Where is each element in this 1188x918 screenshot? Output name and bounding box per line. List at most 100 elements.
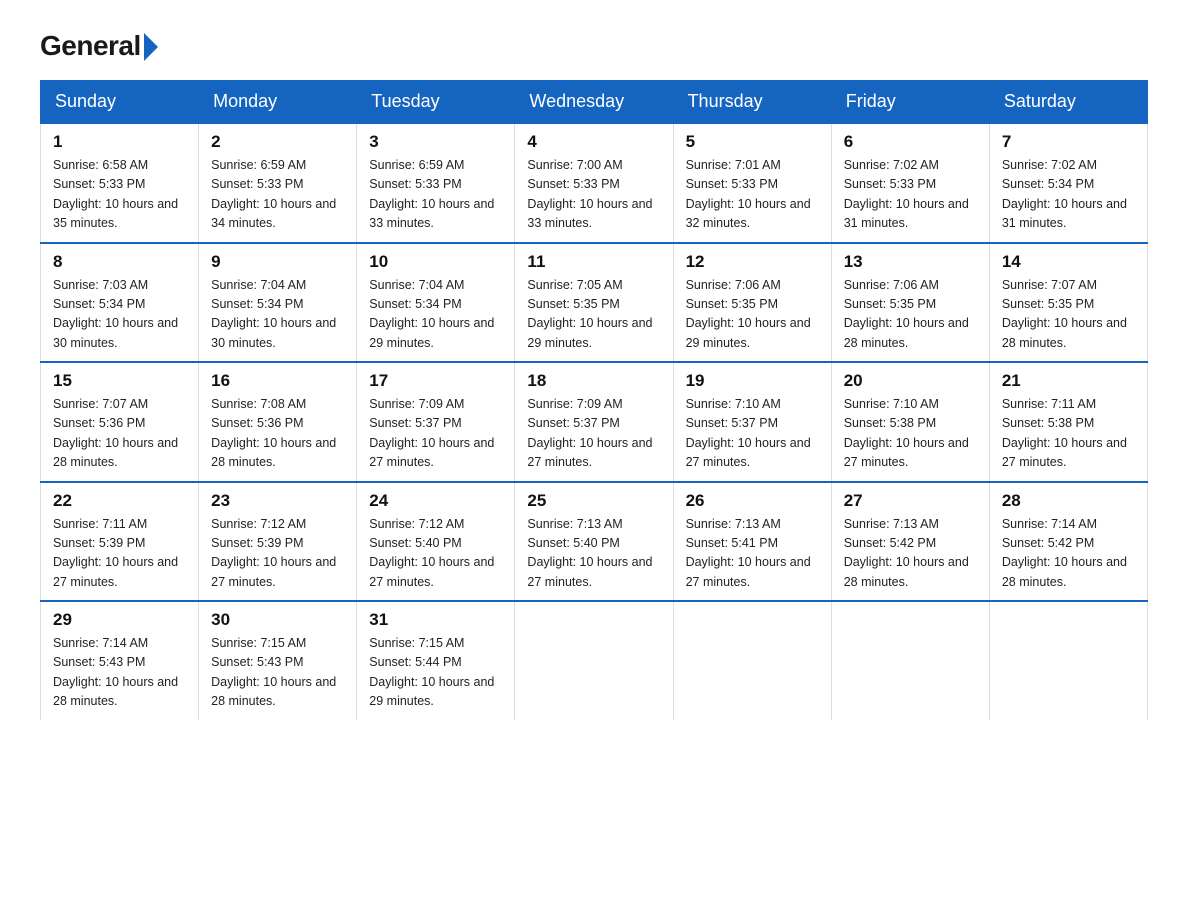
- calendar-day-cell: 19 Sunrise: 7:10 AM Sunset: 5:37 PM Dayl…: [673, 362, 831, 482]
- day-number: 22: [53, 491, 186, 511]
- day-info: Sunrise: 7:00 AM Sunset: 5:33 PM Dayligh…: [527, 156, 660, 234]
- calendar-day-cell: 1 Sunrise: 6:58 AM Sunset: 5:33 PM Dayli…: [41, 123, 199, 243]
- calendar-header-row: SundayMondayTuesdayWednesdayThursdayFrid…: [41, 81, 1148, 124]
- calendar-day-cell: 7 Sunrise: 7:02 AM Sunset: 5:34 PM Dayli…: [989, 123, 1147, 243]
- calendar-week-row: 15 Sunrise: 7:07 AM Sunset: 5:36 PM Dayl…: [41, 362, 1148, 482]
- day-info: Sunrise: 7:02 AM Sunset: 5:33 PM Dayligh…: [844, 156, 977, 234]
- day-number: 17: [369, 371, 502, 391]
- day-number: 1: [53, 132, 186, 152]
- day-header-saturday: Saturday: [989, 81, 1147, 124]
- calendar-day-cell: 15 Sunrise: 7:07 AM Sunset: 5:36 PM Dayl…: [41, 362, 199, 482]
- day-number: 7: [1002, 132, 1135, 152]
- calendar-day-cell: 22 Sunrise: 7:11 AM Sunset: 5:39 PM Dayl…: [41, 482, 199, 602]
- logo: General: [40, 30, 160, 60]
- day-number: 28: [1002, 491, 1135, 511]
- day-info: Sunrise: 7:13 AM Sunset: 5:41 PM Dayligh…: [686, 515, 819, 593]
- day-number: 25: [527, 491, 660, 511]
- day-number: 18: [527, 371, 660, 391]
- calendar-day-cell: 18 Sunrise: 7:09 AM Sunset: 5:37 PM Dayl…: [515, 362, 673, 482]
- day-info: Sunrise: 7:04 AM Sunset: 5:34 PM Dayligh…: [211, 276, 344, 354]
- calendar-day-cell: 24 Sunrise: 7:12 AM Sunset: 5:40 PM Dayl…: [357, 482, 515, 602]
- day-number: 10: [369, 252, 502, 272]
- day-number: 3: [369, 132, 502, 152]
- day-number: 12: [686, 252, 819, 272]
- day-info: Sunrise: 7:03 AM Sunset: 5:34 PM Dayligh…: [53, 276, 186, 354]
- day-header-tuesday: Tuesday: [357, 81, 515, 124]
- calendar-week-row: 29 Sunrise: 7:14 AM Sunset: 5:43 PM Dayl…: [41, 601, 1148, 720]
- day-number: 29: [53, 610, 186, 630]
- day-header-friday: Friday: [831, 81, 989, 124]
- day-info: Sunrise: 7:07 AM Sunset: 5:36 PM Dayligh…: [53, 395, 186, 473]
- day-info: Sunrise: 7:10 AM Sunset: 5:37 PM Dayligh…: [686, 395, 819, 473]
- calendar-day-cell: 9 Sunrise: 7:04 AM Sunset: 5:34 PM Dayli…: [199, 243, 357, 363]
- day-info: Sunrise: 7:06 AM Sunset: 5:35 PM Dayligh…: [844, 276, 977, 354]
- calendar-week-row: 1 Sunrise: 6:58 AM Sunset: 5:33 PM Dayli…: [41, 123, 1148, 243]
- day-info: Sunrise: 7:09 AM Sunset: 5:37 PM Dayligh…: [527, 395, 660, 473]
- day-info: Sunrise: 7:13 AM Sunset: 5:40 PM Dayligh…: [527, 515, 660, 593]
- calendar-day-cell: 25 Sunrise: 7:13 AM Sunset: 5:40 PM Dayl…: [515, 482, 673, 602]
- calendar-empty-cell: [831, 601, 989, 720]
- day-number: 2: [211, 132, 344, 152]
- calendar-day-cell: 17 Sunrise: 7:09 AM Sunset: 5:37 PM Dayl…: [357, 362, 515, 482]
- page-header: General: [40, 30, 1148, 60]
- calendar-day-cell: 23 Sunrise: 7:12 AM Sunset: 5:39 PM Dayl…: [199, 482, 357, 602]
- day-info: Sunrise: 7:10 AM Sunset: 5:38 PM Dayligh…: [844, 395, 977, 473]
- day-header-sunday: Sunday: [41, 81, 199, 124]
- day-number: 26: [686, 491, 819, 511]
- calendar-empty-cell: [989, 601, 1147, 720]
- day-info: Sunrise: 6:58 AM Sunset: 5:33 PM Dayligh…: [53, 156, 186, 234]
- day-number: 8: [53, 252, 186, 272]
- calendar-empty-cell: [673, 601, 831, 720]
- calendar-day-cell: 20 Sunrise: 7:10 AM Sunset: 5:38 PM Dayl…: [831, 362, 989, 482]
- day-header-wednesday: Wednesday: [515, 81, 673, 124]
- calendar-day-cell: 26 Sunrise: 7:13 AM Sunset: 5:41 PM Dayl…: [673, 482, 831, 602]
- day-number: 5: [686, 132, 819, 152]
- day-number: 9: [211, 252, 344, 272]
- calendar-day-cell: 2 Sunrise: 6:59 AM Sunset: 5:33 PM Dayli…: [199, 123, 357, 243]
- calendar-day-cell: 12 Sunrise: 7:06 AM Sunset: 5:35 PM Dayl…: [673, 243, 831, 363]
- day-info: Sunrise: 7:14 AM Sunset: 5:43 PM Dayligh…: [53, 634, 186, 712]
- day-info: Sunrise: 7:08 AM Sunset: 5:36 PM Dayligh…: [211, 395, 344, 473]
- day-number: 19: [686, 371, 819, 391]
- day-info: Sunrise: 7:09 AM Sunset: 5:37 PM Dayligh…: [369, 395, 502, 473]
- day-number: 14: [1002, 252, 1135, 272]
- day-info: Sunrise: 7:15 AM Sunset: 5:44 PM Dayligh…: [369, 634, 502, 712]
- day-number: 21: [1002, 371, 1135, 391]
- day-info: Sunrise: 7:11 AM Sunset: 5:38 PM Dayligh…: [1002, 395, 1135, 473]
- day-info: Sunrise: 7:13 AM Sunset: 5:42 PM Dayligh…: [844, 515, 977, 593]
- day-info: Sunrise: 6:59 AM Sunset: 5:33 PM Dayligh…: [211, 156, 344, 234]
- calendar-day-cell: 29 Sunrise: 7:14 AM Sunset: 5:43 PM Dayl…: [41, 601, 199, 720]
- day-info: Sunrise: 7:11 AM Sunset: 5:39 PM Dayligh…: [53, 515, 186, 593]
- calendar-day-cell: 27 Sunrise: 7:13 AM Sunset: 5:42 PM Dayl…: [831, 482, 989, 602]
- day-info: Sunrise: 7:05 AM Sunset: 5:35 PM Dayligh…: [527, 276, 660, 354]
- day-info: Sunrise: 7:04 AM Sunset: 5:34 PM Dayligh…: [369, 276, 502, 354]
- calendar-day-cell: 30 Sunrise: 7:15 AM Sunset: 5:43 PM Dayl…: [199, 601, 357, 720]
- calendar-day-cell: 3 Sunrise: 6:59 AM Sunset: 5:33 PM Dayli…: [357, 123, 515, 243]
- calendar-day-cell: 8 Sunrise: 7:03 AM Sunset: 5:34 PM Dayli…: [41, 243, 199, 363]
- calendar-day-cell: 13 Sunrise: 7:06 AM Sunset: 5:35 PM Dayl…: [831, 243, 989, 363]
- day-header-monday: Monday: [199, 81, 357, 124]
- day-number: 30: [211, 610, 344, 630]
- logo-triangle-icon: [144, 33, 158, 61]
- day-info: Sunrise: 7:12 AM Sunset: 5:40 PM Dayligh…: [369, 515, 502, 593]
- day-info: Sunrise: 6:59 AM Sunset: 5:33 PM Dayligh…: [369, 156, 502, 234]
- calendar-day-cell: 11 Sunrise: 7:05 AM Sunset: 5:35 PM Dayl…: [515, 243, 673, 363]
- calendar-day-cell: 16 Sunrise: 7:08 AM Sunset: 5:36 PM Dayl…: [199, 362, 357, 482]
- calendar-day-cell: 10 Sunrise: 7:04 AM Sunset: 5:34 PM Dayl…: [357, 243, 515, 363]
- day-number: 27: [844, 491, 977, 511]
- calendar-day-cell: 31 Sunrise: 7:15 AM Sunset: 5:44 PM Dayl…: [357, 601, 515, 720]
- day-number: 24: [369, 491, 502, 511]
- calendar-week-row: 8 Sunrise: 7:03 AM Sunset: 5:34 PM Dayli…: [41, 243, 1148, 363]
- logo-general-text: General: [40, 30, 141, 62]
- day-number: 4: [527, 132, 660, 152]
- day-info: Sunrise: 7:02 AM Sunset: 5:34 PM Dayligh…: [1002, 156, 1135, 234]
- day-info: Sunrise: 7:15 AM Sunset: 5:43 PM Dayligh…: [211, 634, 344, 712]
- day-info: Sunrise: 7:06 AM Sunset: 5:35 PM Dayligh…: [686, 276, 819, 354]
- day-info: Sunrise: 7:01 AM Sunset: 5:33 PM Dayligh…: [686, 156, 819, 234]
- day-header-thursday: Thursday: [673, 81, 831, 124]
- day-number: 13: [844, 252, 977, 272]
- day-number: 23: [211, 491, 344, 511]
- day-info: Sunrise: 7:12 AM Sunset: 5:39 PM Dayligh…: [211, 515, 344, 593]
- day-number: 20: [844, 371, 977, 391]
- day-number: 16: [211, 371, 344, 391]
